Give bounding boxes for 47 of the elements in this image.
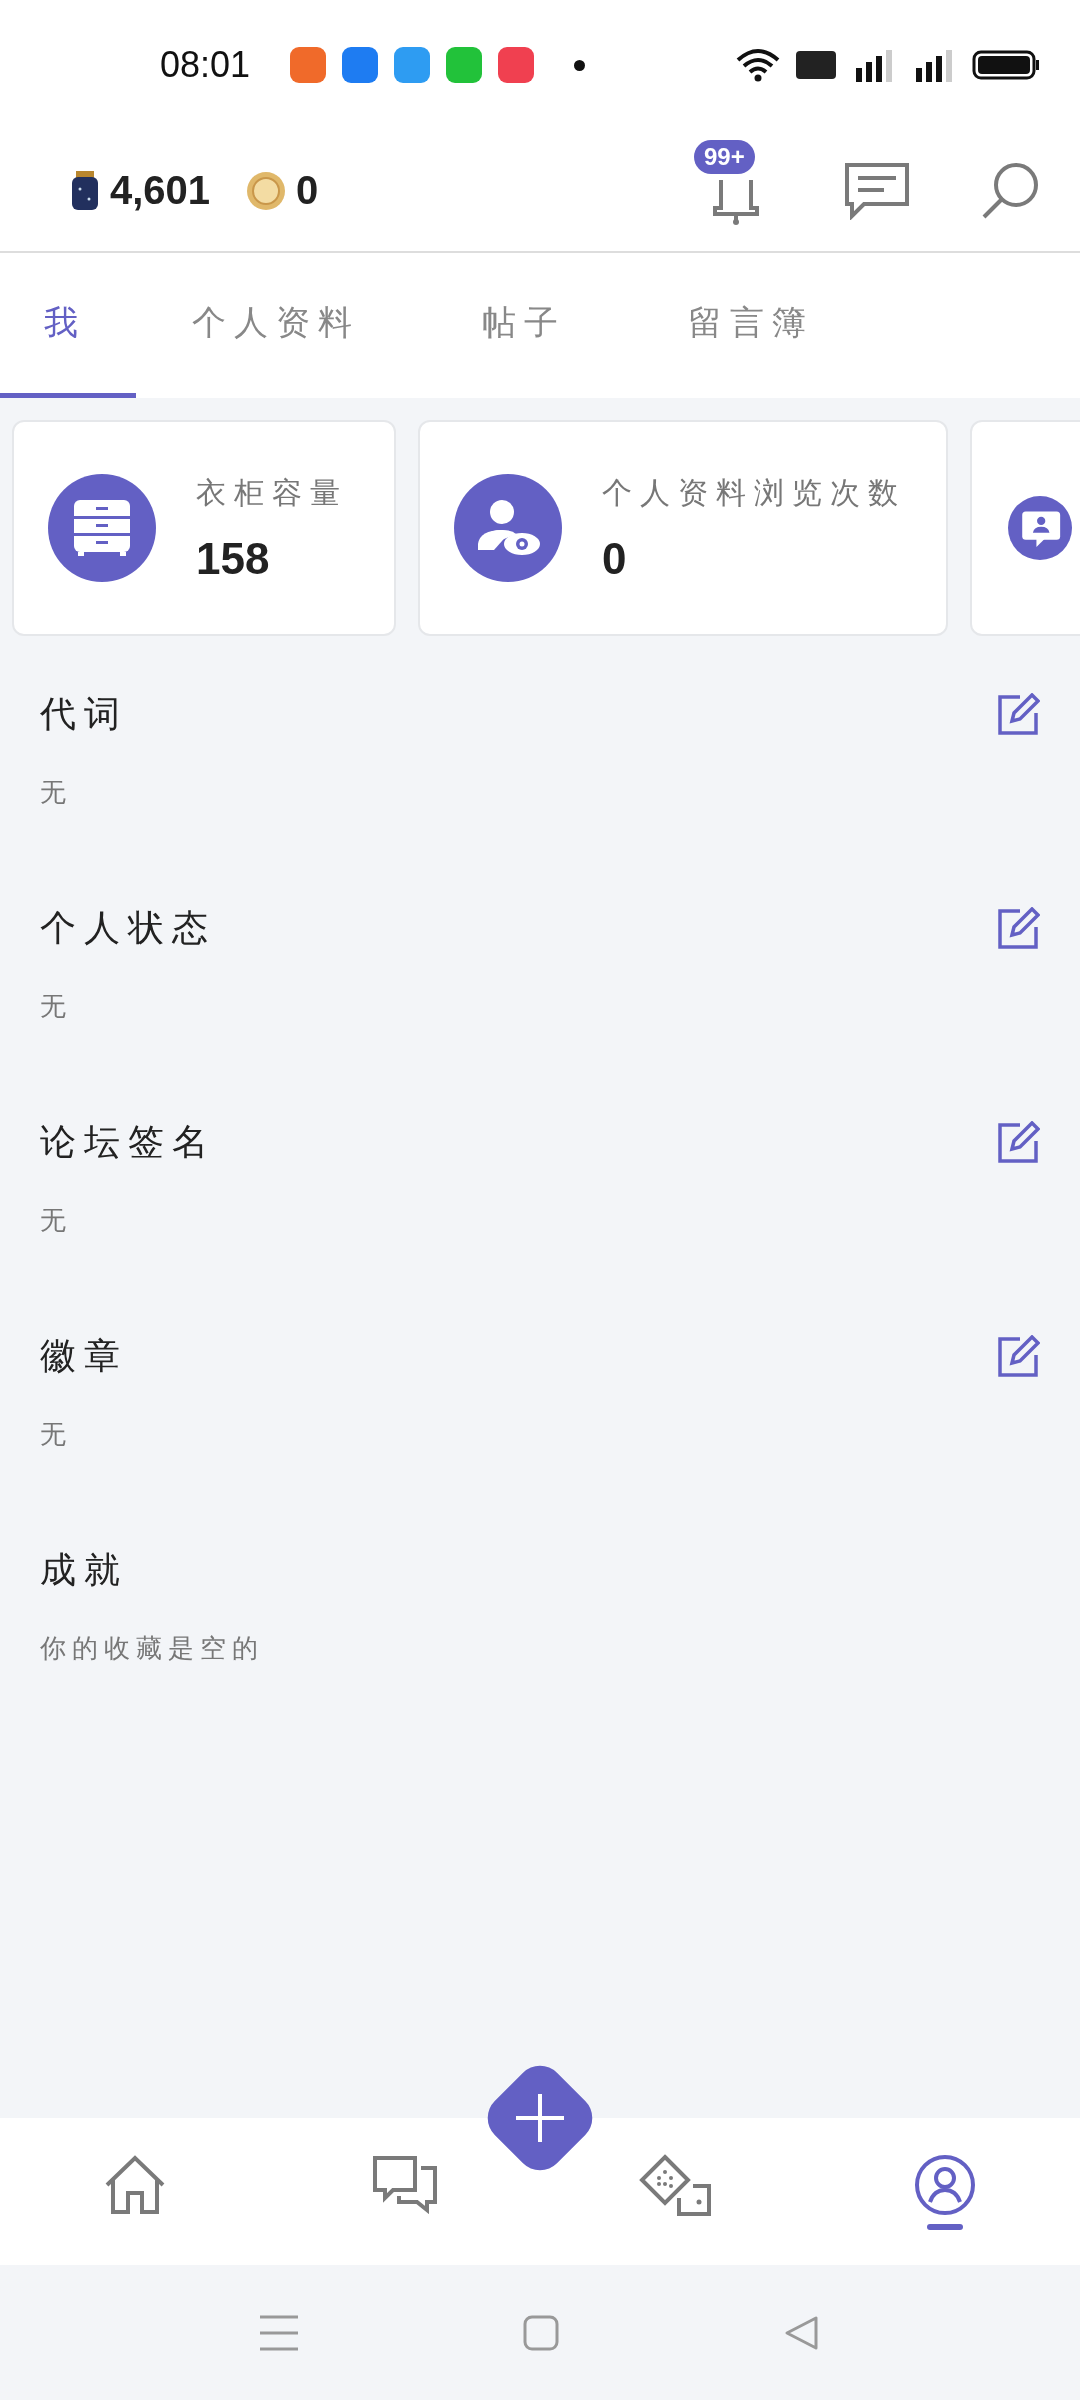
wifi-icon: [736, 48, 780, 82]
chat-icon: [373, 2155, 437, 2214]
profile-tab[interactable]: 帖子: [446, 253, 602, 398]
section-title: 代词: [40, 692, 128, 736]
section-title: 成就: [40, 1548, 128, 1592]
edit-icon[interactable]: [996, 1334, 1040, 1379]
message-icon[interactable]: [844, 161, 910, 220]
more-notifications-icon: [574, 59, 586, 71]
dice-icon: [639, 2153, 711, 2216]
section-value: 无: [40, 776, 73, 809]
balance-amount: 4,601: [110, 168, 211, 213]
profile-tab[interactable]: 个人资料: [156, 253, 396, 398]
section-value: 无: [40, 1204, 73, 1237]
menu-icon[interactable]: [260, 2314, 298, 2351]
app-notification-icon: [394, 47, 431, 83]
edit-icon[interactable]: [996, 1120, 1040, 1165]
profile-tab[interactable]: 留言簿: [652, 253, 850, 398]
profile-icon: [914, 2153, 976, 2216]
home-icon: [104, 2154, 166, 2215]
edit-icon[interactable]: [996, 906, 1040, 951]
notification-badge: 99+: [694, 139, 755, 174]
section-value: 你的收藏是空的: [40, 1632, 265, 1665]
profile-tab[interactable]: 我: [0, 253, 136, 398]
home-square-icon[interactable]: [523, 2314, 559, 2351]
back-icon[interactable]: [784, 2314, 820, 2351]
drawers-icon: [48, 474, 156, 582]
edit-icon[interactable]: [996, 692, 1040, 737]
coin-icon: [246, 170, 287, 211]
section-title: 论坛签名: [40, 1120, 216, 1164]
battery-icon: [972, 50, 1040, 80]
search-icon[interactable]: [980, 160, 1040, 221]
app-notification-icon: [342, 47, 379, 83]
section-title: 徽章: [40, 1334, 128, 1378]
section-value: 无: [40, 1418, 73, 1451]
balance-amount: 0: [296, 168, 319, 213]
app-notification-icon: [290, 47, 327, 83]
stat-value: 0: [602, 533, 628, 584]
stat-label: 衣柜容量: [196, 473, 348, 512]
app-notification-icon: [446, 47, 483, 83]
stat-value: 158: [196, 533, 271, 584]
app-notification-icon: [498, 47, 535, 83]
jar-icon: [70, 170, 100, 211]
section-value: 无: [40, 990, 73, 1023]
stat-label: 个人资料浏览次数: [602, 473, 906, 512]
status-time: 08:01: [160, 44, 251, 86]
user-eye-icon: [454, 474, 562, 582]
section-title: 个人状态: [40, 906, 216, 950]
